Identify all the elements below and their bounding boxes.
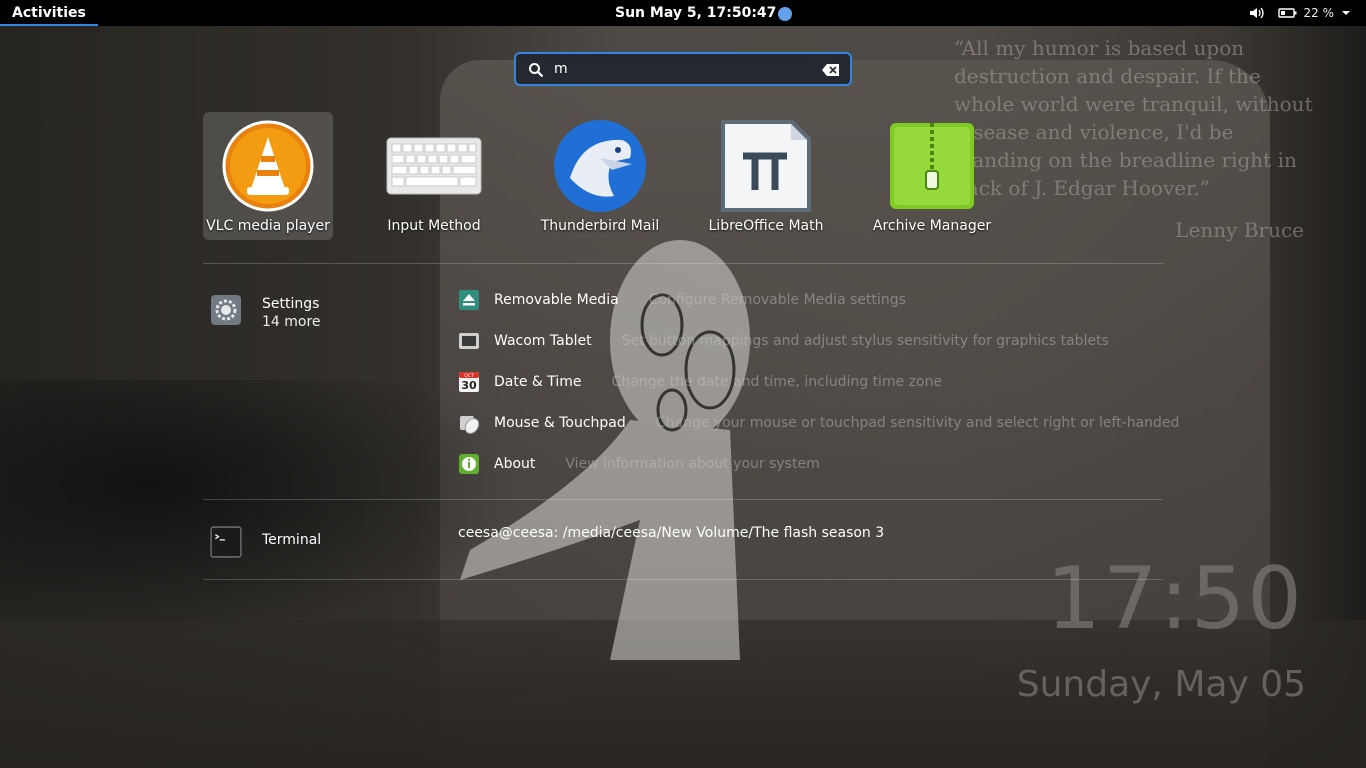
thunderbird-icon — [554, 120, 646, 212]
clear-icon[interactable] — [822, 63, 840, 77]
libreoffice-math-icon — [721, 120, 811, 212]
desktop-clock-date: Sunday, May 05 — [1016, 664, 1306, 705]
desktop-clock-time: 17:50 — [1046, 549, 1304, 649]
archive-icon — [890, 123, 974, 209]
system-tray[interactable]: 22 % — [1248, 0, 1353, 26]
result-date-time[interactable]: OCT 30 Date & Time Change the date and t… — [458, 370, 942, 394]
separator — [203, 579, 1163, 580]
wacom-icon — [459, 333, 479, 349]
mouse-icon — [460, 416, 480, 434]
clock-label: Sun May 5, 17:50:47 — [615, 5, 777, 21]
separator — [203, 499, 1163, 500]
app-label: Thunderbird Mail — [540, 218, 660, 234]
quote-widget: “All my humor is based upon destruction … — [954, 36, 1313, 200]
result-name: Wacom Tablet — [494, 333, 592, 349]
battery-icon — [1277, 8, 1296, 18]
app-label: VLC media player — [206, 218, 330, 234]
app-libreoffice-math[interactable]: LibreOffice Math — [701, 112, 831, 240]
result-description: Configure Removable Media settings — [648, 292, 906, 308]
chevron-down-icon — [1342, 11, 1350, 15]
result-name: About — [494, 456, 536, 472]
result-wacom-tablet[interactable]: Wacom Tablet Set button mappings and adj… — [458, 329, 1109, 353]
settings-icon — [211, 295, 241, 325]
provider-settings[interactable]: Settings 14 more — [210, 294, 321, 330]
calendar-day: 30 — [461, 379, 477, 392]
search-entry[interactable] — [514, 52, 852, 86]
provider-name: Terminal — [262, 532, 322, 548]
notification-icon — [778, 7, 793, 21]
app-label: LibreOffice Math — [708, 218, 824, 234]
app-thunderbird[interactable]: Thunderbird Mail — [535, 112, 665, 240]
provider-terminal[interactable]: Terminal — [210, 526, 321, 558]
vlc-icon — [222, 120, 314, 212]
result-description: View information about your system — [565, 456, 820, 472]
quote-author: Lenny Bruce — [1175, 218, 1304, 242]
top-bar: Activities Sun May 5, 17:50:47 22 % — [0, 0, 1366, 26]
keyboard-icon — [386, 137, 482, 195]
calendar-icon: OCT 30 — [459, 372, 479, 392]
app-vlc[interactable]: VLC media player — [203, 112, 333, 240]
result-name: Removable Media — [494, 292, 619, 308]
result-description: Change the date and time, including time… — [611, 374, 943, 390]
more-results-label[interactable]: 14 more — [262, 314, 321, 330]
terminal-result[interactable]: ceesa@ceesa: /media/ceesa/New Volume/The… — [458, 525, 884, 541]
result-description: Set button mappings and adjust stylus se… — [621, 333, 1109, 349]
volume-icon — [1249, 7, 1264, 19]
result-removable-media[interactable]: Removable Media Configure Removable Medi… — [458, 288, 906, 312]
battery-label: 22 % — [1303, 6, 1335, 20]
separator — [203, 263, 1163, 264]
app-archive-manager[interactable]: Archive Manager — [867, 112, 997, 240]
result-about[interactable]: About View information about your system — [458, 452, 820, 476]
app-label: Archive Manager — [872, 218, 992, 234]
terminal-icon — [210, 526, 242, 558]
activities-button[interactable]: Activities — [0, 0, 98, 26]
removable-media-icon — [459, 290, 479, 310]
result-name: Mouse & Touchpad — [494, 415, 626, 431]
provider-name: Settings — [262, 296, 320, 312]
app-label: Input Method — [387, 218, 481, 234]
result-mouse-touchpad[interactable]: Mouse & Touchpad Change your mouse or to… — [458, 411, 1179, 435]
search-icon — [529, 63, 544, 78]
clock-button[interactable]: Sun May 5, 17:50:47 — [615, 0, 793, 26]
search-input[interactable] — [554, 58, 824, 80]
info-icon — [459, 454, 479, 474]
result-name: Date & Time — [494, 374, 582, 390]
result-description: Change your mouse or touchpad sensitivit… — [655, 415, 1180, 431]
app-input-method[interactable]: Input Method — [369, 112, 499, 240]
